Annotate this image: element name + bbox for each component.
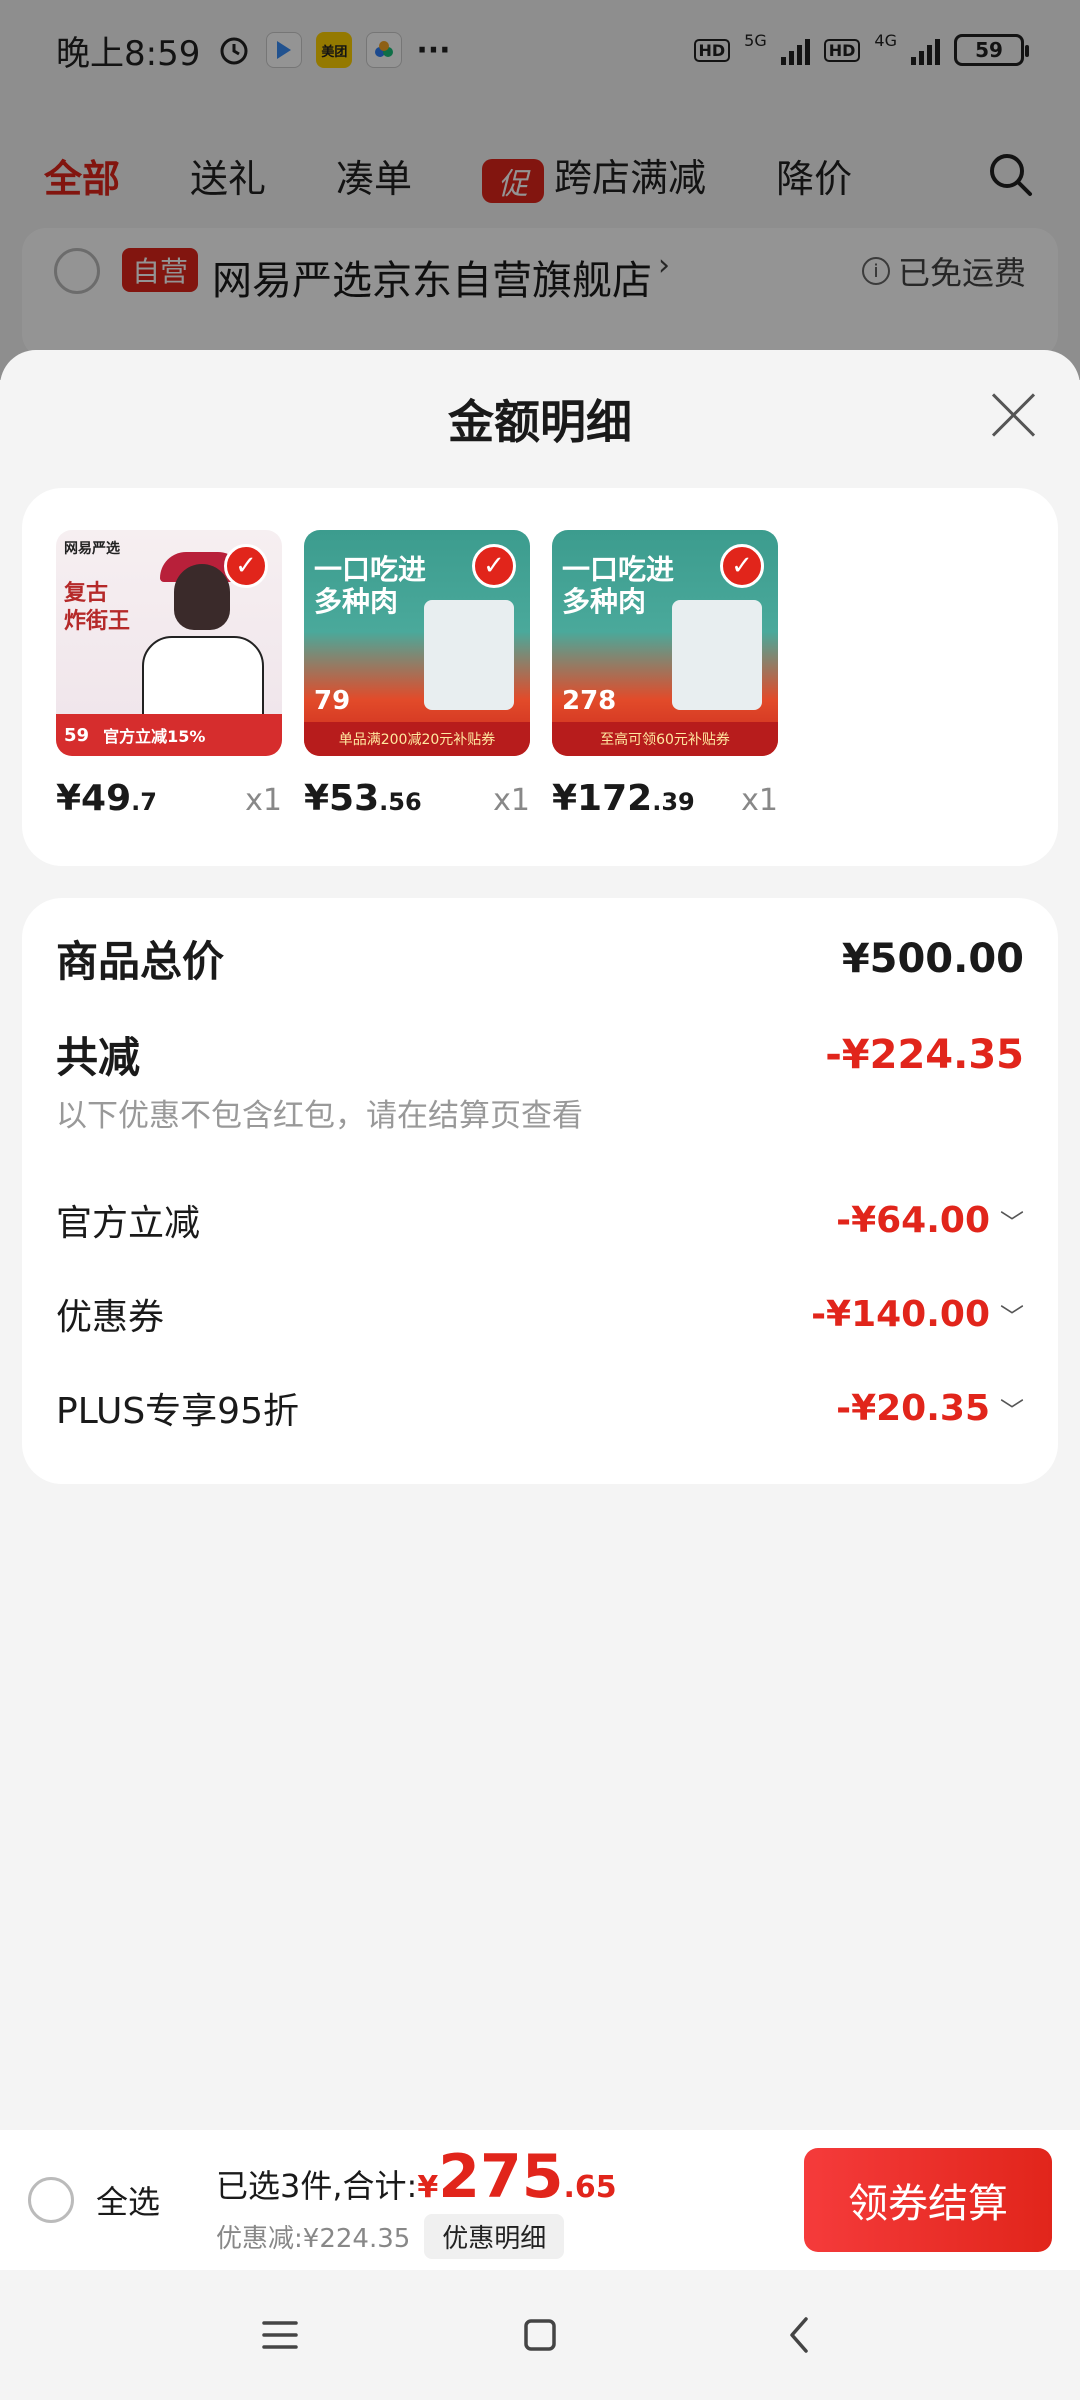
product-price-decimal: .39 — [652, 788, 695, 816]
discount-value-wrap: -¥64.00 ﹀ — [836, 1200, 1024, 1241]
thumb-headline-line2: 多种肉 — [562, 585, 647, 619]
price-row: ¥53 .56 x1 — [304, 778, 530, 819]
discount-total-text: 优惠减:¥224.35 — [216, 2223, 411, 2254]
thumb-headline-line1: 一口吃进 — [314, 553, 427, 586]
total-reduction-row: 共减 -¥224.35 — [56, 1024, 1024, 1085]
total-reduction-value: -¥224.35 — [825, 1031, 1024, 1078]
product-price: ¥172 — [552, 778, 653, 819]
discount-label: 优惠券 — [56, 1297, 165, 1338]
discount-value: -¥140.00 — [811, 1293, 990, 1335]
product-price: ¥49 — [56, 778, 132, 819]
product-item[interactable]: 一口吃进 多种肉 79 单品满200减20元补贴券 ✓ ¥53 .56 x1 — [304, 530, 530, 819]
select-all-label: 全选 — [96, 2183, 161, 2221]
chevron-down-icon[interactable]: ﹀ — [1000, 1297, 1024, 1332]
selected-total-line: 已选3件,合计: ¥ 275 .65 — [216, 2142, 617, 2212]
thumb-headline-line1: 复古 — [64, 581, 109, 606]
total-price-value: ¥500.00 — [841, 935, 1024, 982]
home-icon[interactable] — [510, 2305, 570, 2365]
total-currency: ¥ — [417, 2169, 439, 2205]
discount-note: 以下优惠不包含红包，请在结算页查看 — [56, 1098, 583, 1134]
total-price-row: 商品总价 ¥500.00 — [56, 928, 1024, 989]
amount-detail-sheet: 金额明细 网易严选 复古 炸街王 59 官方立减15% ✓ ¥49 .7 x1 … — [0, 350, 1080, 2130]
chevron-down-icon[interactable]: ﹀ — [1000, 1203, 1024, 1238]
checkout-bar: 全选 已选3件,合计: ¥ 275 .65 优惠减:¥224.35 优惠明细 领… — [0, 2130, 1080, 2270]
price-summary-card: 商品总价 ¥500.00 共减 -¥224.35 以下优惠不包含红包，请在结算页… — [22, 898, 1058, 1484]
thumb-price: 79 — [314, 686, 351, 716]
back-icon[interactable] — [770, 2305, 830, 2365]
thumb-brand: 网易严选 — [64, 541, 120, 557]
selected-count-text: 已选3件,合计: — [216, 2166, 418, 2205]
checkout-summary: 已选3件,合计: ¥ 275 .65 优惠减:¥224.35 优惠明细 — [216, 2142, 617, 2259]
product-quantity: x1 — [493, 783, 530, 818]
total-reduction-label: 共减 — [56, 1033, 141, 1082]
discount-row-plus[interactable]: PLUS专享95折 -¥20.35 ﹀ — [56, 1382, 1024, 1434]
product-image: 一口吃进 多种肉 79 单品满200减20元补贴券 ✓ — [304, 530, 530, 756]
system-nav-bar — [0, 2270, 1080, 2400]
thumb-headline: 一口吃进 多种肉 — [314, 553, 427, 619]
checkout-button[interactable]: 领券结算 — [804, 2148, 1052, 2252]
discount-value-wrap: -¥20.35 ﹀ — [836, 1388, 1024, 1429]
product-price-decimal: .56 — [379, 788, 422, 816]
product-price: ¥53 — [304, 778, 380, 819]
thumb-model-head — [174, 564, 230, 630]
thumb-headline: 复古 炸街王 — [64, 580, 130, 635]
discount-row-coupon[interactable]: 优惠券 -¥140.00 ﹀ — [56, 1288, 1024, 1340]
thumb-banner: 单品满200减20元补贴券 — [304, 722, 530, 756]
products-card: 网易严选 复古 炸街王 59 官方立减15% ✓ ¥49 .7 x1 一口吃进 … — [22, 488, 1058, 866]
price-row: ¥49 .7 x1 — [56, 778, 282, 819]
thumb-product-bag — [424, 600, 514, 710]
thumb-banner: 59 官方立减15% — [56, 714, 282, 756]
select-all-toggle[interactable]: 全选 — [28, 2177, 160, 2223]
product-item[interactable]: 网易严选 复古 炸街王 59 官方立减15% ✓ ¥49 .7 x1 — [56, 530, 282, 819]
total-amount: 275 — [438, 2141, 564, 2212]
discount-label: PLUS专享95折 — [56, 1391, 299, 1432]
thumb-headline-line2: 多种肉 — [314, 585, 399, 619]
discount-row-official[interactable]: 官方立减 -¥64.00 ﹀ — [56, 1194, 1024, 1246]
product-price-decimal: .7 — [131, 788, 157, 816]
thumb-headline: 一口吃进 多种肉 — [562, 553, 675, 619]
close-icon[interactable] — [988, 390, 1038, 440]
product-quantity: x1 — [245, 783, 282, 818]
thumb-headline-line1: 一口吃进 — [562, 553, 675, 586]
thumb-product-bag — [672, 600, 762, 710]
select-all-radio[interactable] — [28, 2177, 74, 2223]
chevron-down-icon[interactable]: ﹀ — [1000, 1391, 1024, 1426]
thumb-banner: 至高可领60元补贴券 — [552, 722, 778, 756]
menu-icon[interactable] — [250, 2305, 310, 2365]
dim-overlay[interactable] — [0, 0, 1080, 380]
sheet-title: 金额明细 — [448, 395, 632, 449]
thumb-price: 278 — [562, 686, 617, 716]
thumb-headline-line2: 炸街王 — [64, 608, 131, 634]
discount-detail-button[interactable]: 优惠明细 — [424, 2213, 565, 2259]
discount-label: 官方立减 — [56, 1203, 201, 1244]
price-row: ¥172 .39 x1 — [552, 778, 778, 819]
thumb-price: 59 — [64, 724, 90, 746]
selected-check-icon: ✓ — [720, 544, 764, 588]
selected-check-icon: ✓ — [224, 544, 268, 588]
total-price-label: 商品总价 — [56, 937, 225, 986]
discount-value-wrap: -¥140.00 ﹀ — [811, 1294, 1024, 1335]
product-image: 网易严选 复古 炸街王 59 官方立减15% ✓ — [56, 530, 282, 756]
discount-value: -¥20.35 — [836, 1387, 990, 1429]
product-image: 一口吃进 多种肉 278 至高可领60元补贴券 ✓ — [552, 530, 778, 756]
discount-line: 优惠减:¥224.35 优惠明细 — [216, 2213, 617, 2259]
total-amount-decimal: .65 — [563, 2169, 617, 2205]
product-quantity: x1 — [741, 783, 778, 818]
discount-value: -¥64.00 — [836, 1199, 990, 1241]
thumb-banner-text: 官方立减15% — [103, 727, 206, 746]
product-item[interactable]: 一口吃进 多种肉 278 至高可领60元补贴券 ✓ ¥172 .39 x1 — [552, 530, 778, 819]
selected-check-icon: ✓ — [472, 544, 516, 588]
